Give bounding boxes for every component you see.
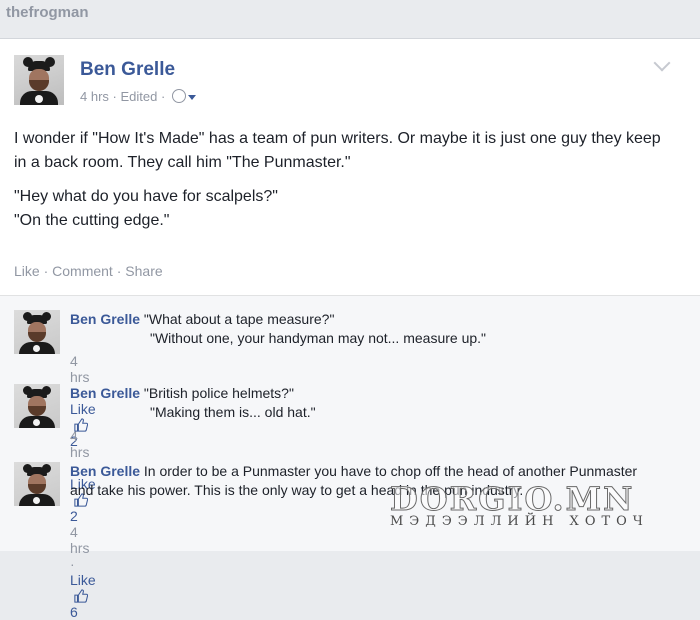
caret-down-icon[interactable] [187,95,196,100]
page-label: thefrogman [6,4,89,21]
like-count[interactable]: 2 [70,508,78,524]
edited-link[interactable]: Edited [121,89,158,104]
post-paragraph: I wonder if "How It's Made" has a team o… [14,130,661,171]
comment-timestamp[interactable]: 4 hrs [70,524,89,556]
post-line: "Hey what do you have for scalpels?" [14,188,278,205]
post-meta: 4 hrs · Edited · [80,89,196,104]
post-card: Ben Grelle 4 hrs · Edited · I wonder if … [0,38,700,620]
post-actions: Like · Comment · Share [14,263,163,279]
comment-link[interactable]: Comment [52,263,113,279]
like-link[interactable]: Like [14,263,40,279]
comment-body: Ben Grelle "British police helmets?" "Ma… [70,384,690,422]
comment-body: Ben Grelle "What about a tape measure?" … [70,310,690,348]
avatar[interactable] [14,384,60,428]
globe-icon[interactable] [171,89,186,103]
meta-separator: · [70,556,75,572]
chevron-down-icon[interactable] [653,54,671,72]
like-count[interactable]: 6 [70,604,78,620]
comment-author[interactable]: Ben Grelle [70,463,140,479]
post-author-name[interactable]: Ben Grelle [80,59,175,81]
comment-author[interactable]: Ben Grelle [70,311,140,327]
share-link[interactable]: Share [125,263,162,279]
post-header [14,55,64,105]
watermark: DORGIO.MN МЭДЭЭЛЛИЙН ХОТОЧ [390,480,649,530]
comment-meta: 4 hrs · Like 6 [70,524,96,620]
post-timestamp[interactable]: 4 hrs [80,89,109,104]
comment-text: "British police helmets?" [143,385,294,401]
watermark-brand: DORGIO.MN [390,480,635,519]
avatar[interactable] [14,462,60,506]
meta-separator: · [161,89,166,104]
comment-text: "Making them is... old hat." [150,404,316,420]
comment-like-link[interactable]: Like [70,572,96,588]
comment-author[interactable]: Ben Grelle [70,385,140,401]
post-body: I wonder if "How It's Made" has a team o… [14,127,664,233]
avatar[interactable] [14,55,64,105]
avatar[interactable] [14,310,60,354]
comment-text: "Without one, your handyman may not... m… [150,330,486,346]
comment-text: "What about a tape measure?" [143,311,335,327]
meta-separator: · [112,89,117,104]
comment-timestamp[interactable]: 4 hrs [70,353,89,385]
action-separator: · [43,263,49,279]
post-line: "On the cutting edge." [14,212,170,229]
watermark-tagline: МЭДЭЭЛЛИЙН ХОТОЧ [390,514,649,529]
comment-timestamp[interactable]: 4 hrs [70,428,89,460]
thumbs-up-icon[interactable] [74,589,88,603]
action-separator: · [116,263,122,279]
